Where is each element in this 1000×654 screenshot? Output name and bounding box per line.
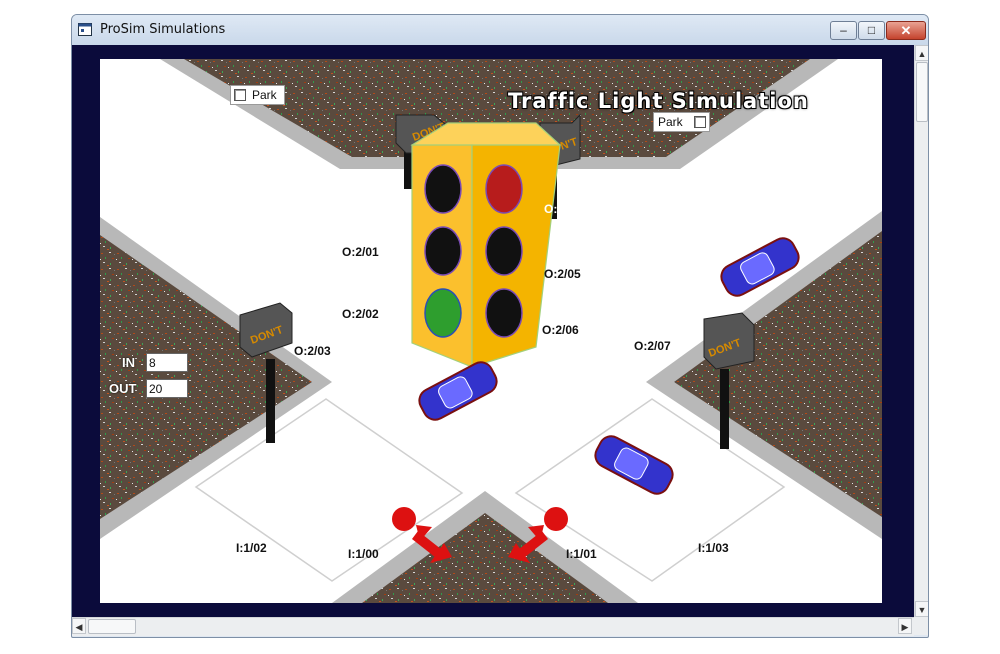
park-left-label: Park [252, 88, 277, 102]
maximize-button[interactable]: □ [858, 21, 885, 40]
app-window: ProSim Simulations – □ ✕ DON'T DON'T DON… [71, 14, 929, 638]
park-right-control[interactable]: Park [653, 112, 710, 132]
simulation-client-area: DON'T DON'T DON'T DON'T Traffic Light Si… [72, 45, 914, 617]
input-label-01: I:1/01 [566, 547, 597, 561]
app-icon [78, 23, 92, 36]
output-label-04: O:2/04 [544, 202, 581, 216]
intersection-canvas: DON'T DON'T DON'T DON'T [100, 59, 882, 603]
light-left-middle [424, 226, 462, 276]
park-right-checkbox[interactable] [694, 116, 706, 128]
output-label-06: O:2/06 [542, 323, 579, 337]
park-left-control[interactable]: Park [230, 85, 285, 105]
close-button[interactable]: ✕ [886, 21, 926, 40]
out-counter-field[interactable] [146, 379, 188, 398]
light-right-bottom [485, 288, 523, 338]
output-label-07: O:2/07 [634, 339, 671, 353]
scrollbar-corner [914, 617, 928, 635]
close-icon: ✕ [900, 23, 912, 38]
simulation-title: Traffic Light Simulation [508, 89, 809, 113]
window-title: ProSim Simulations [100, 22, 226, 37]
output-label-05: O:2/05 [544, 267, 581, 281]
park-left-checkbox[interactable] [234, 89, 246, 101]
light-right-top [485, 164, 523, 214]
in-counter-field[interactable] [146, 353, 188, 372]
scroll-right-icon[interactable]: ▶ [898, 618, 912, 634]
horizontal-scrollbar[interactable]: ◀ ▶ [72, 617, 914, 636]
output-label-03: O:2/03 [294, 344, 331, 358]
scroll-down-icon[interactable]: ▼ [915, 601, 928, 617]
input-label-03: I:1/03 [698, 541, 729, 555]
out-counter-label: OUT [109, 381, 137, 396]
minimize-button[interactable]: – [830, 21, 857, 40]
output-label-01: O:2/01 [342, 245, 379, 259]
in-counter-label: IN [122, 355, 135, 370]
light-right-middle [485, 226, 523, 276]
title-bar[interactable]: ProSim Simulations – □ ✕ [72, 15, 928, 45]
traffic-light [410, 122, 562, 368]
input-label-02: I:1/02 [236, 541, 267, 555]
scroll-up-icon[interactable]: ▲ [915, 45, 928, 61]
output-label-02: O:2/02 [342, 307, 379, 321]
vertical-scrollbar[interactable]: ▲ ▼ [914, 45, 928, 617]
minimize-icon: – [840, 23, 847, 37]
scroll-left-icon[interactable]: ◀ [72, 618, 86, 634]
park-right-label: Park [658, 115, 683, 129]
vertical-scroll-thumb[interactable] [916, 62, 928, 122]
maximize-icon: □ [867, 23, 876, 37]
light-left-top [424, 164, 462, 214]
horizontal-scroll-thumb[interactable] [88, 619, 136, 634]
input-label-00: I:1/00 [348, 547, 379, 561]
output-label-00: O:2/00 [344, 187, 381, 201]
light-left-bottom [424, 288, 462, 338]
